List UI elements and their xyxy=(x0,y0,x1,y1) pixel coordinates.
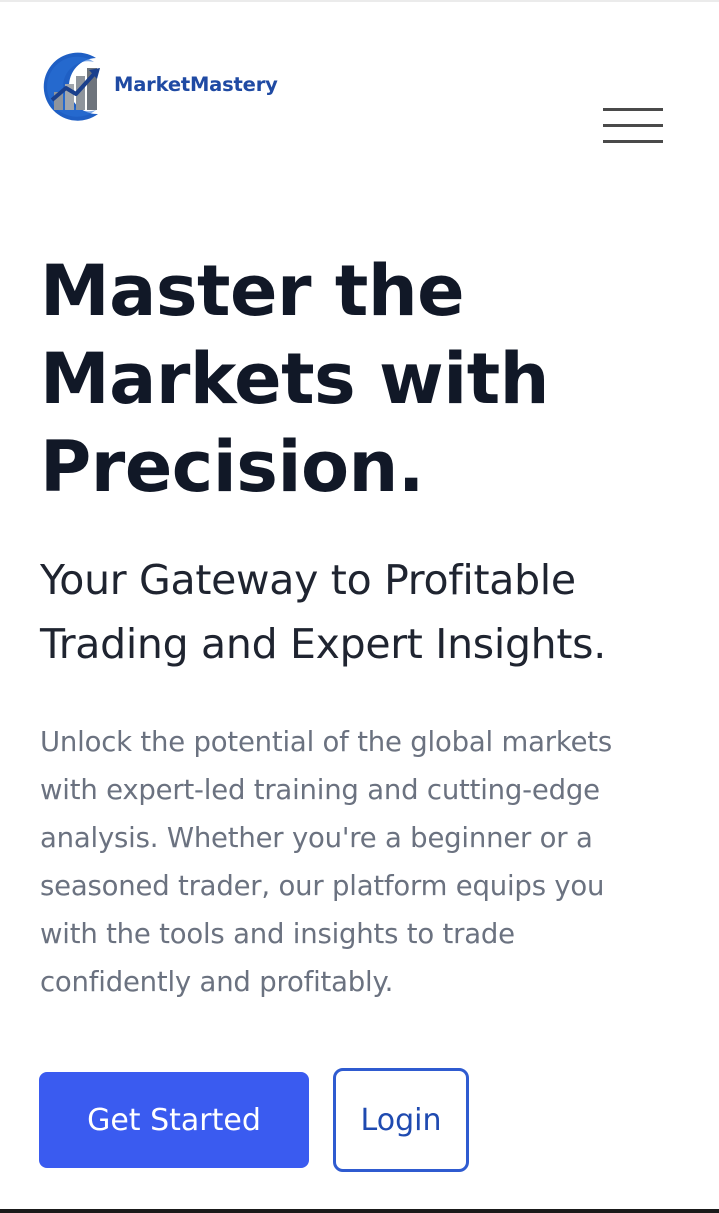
description-line: Unlock the potential of the global marke… xyxy=(40,726,613,758)
get-started-button[interactable]: Get Started xyxy=(39,1072,309,1168)
brand-name: MarketMastery xyxy=(114,72,278,96)
description-line: seasoned trader, our platform equips you xyxy=(40,870,605,902)
bottom-divider xyxy=(0,1209,719,1213)
description-line: analysis. Whether you're a beginner or a xyxy=(40,822,593,854)
description-line: confidently and profitably. xyxy=(40,966,394,998)
hero-subtitle-line: Trading and Expert Insights. xyxy=(40,620,606,668)
menu-bar xyxy=(603,124,663,127)
menu-bar xyxy=(603,140,663,143)
brand-logo[interactable]: MarketMastery xyxy=(34,44,278,124)
description-line: with expert-led training and cutting-edg… xyxy=(40,774,600,806)
menu-bar xyxy=(603,108,663,111)
hero-title-line: Precision. xyxy=(40,426,424,508)
hero-title-line: Markets with xyxy=(40,338,550,420)
description-line: with the tools and insights to trade xyxy=(40,918,515,950)
hero-description: Unlock the potential of the global marke… xyxy=(40,718,690,1006)
hero-subtitle-line: Your Gateway to Profitable xyxy=(40,556,576,604)
hero-subtitle: Your Gateway to Profitable Trading and E… xyxy=(40,548,700,676)
chart-logo-icon xyxy=(43,52,100,121)
site-header: MarketMastery xyxy=(0,0,719,170)
hamburger-menu-icon[interactable] xyxy=(598,104,668,150)
login-button[interactable]: Login xyxy=(333,1068,469,1172)
hero-title: Master the Markets with Precision. xyxy=(40,247,700,511)
hero-title-line: Master the xyxy=(40,250,465,332)
